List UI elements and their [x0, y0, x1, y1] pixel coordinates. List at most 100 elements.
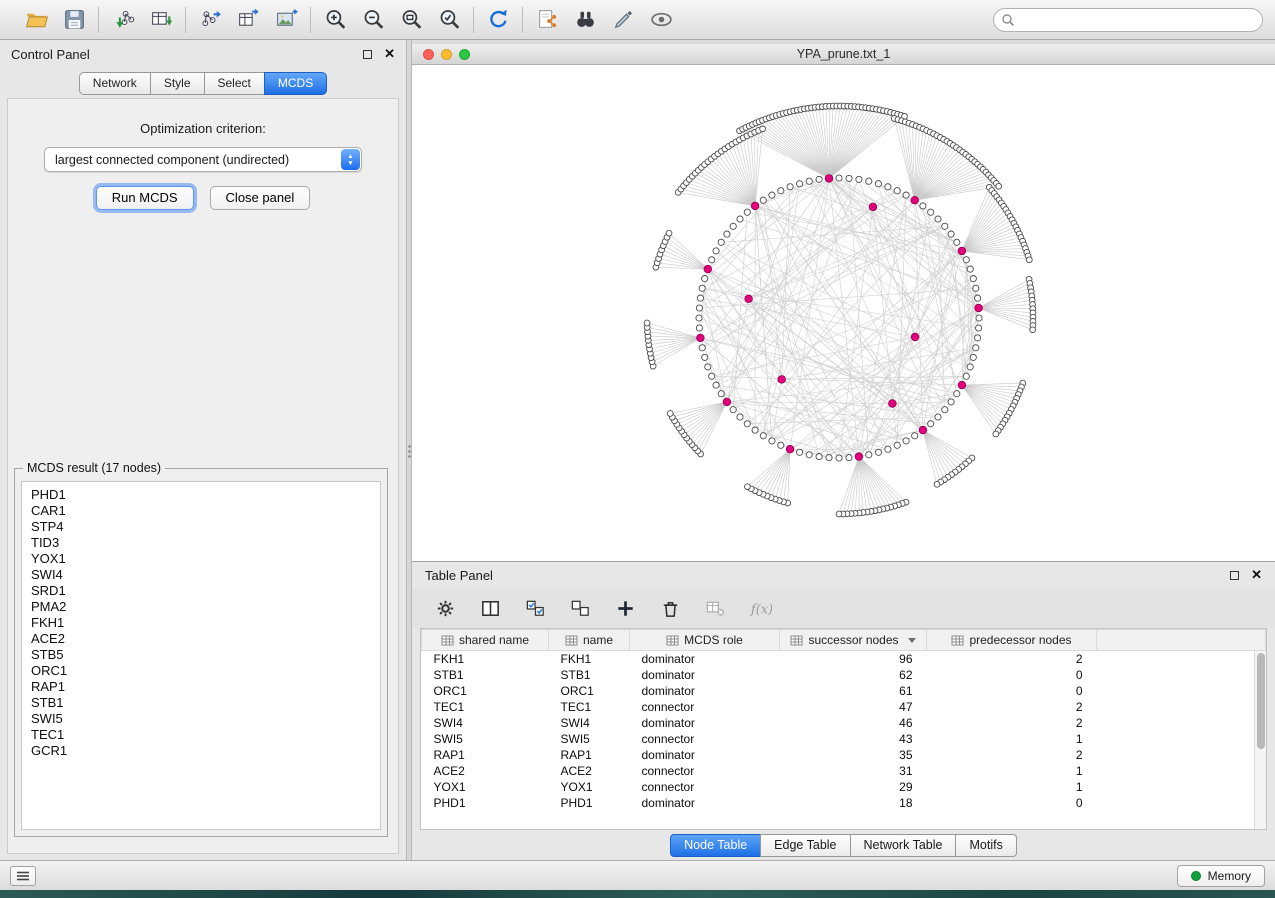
refresh-icon — [486, 7, 511, 32]
table-row[interactable]: RAP1RAP1dominator352 — [422, 747, 1266, 763]
float-panel-icon[interactable] — [363, 50, 372, 59]
mcds-result-item[interactable]: SWI5 — [31, 711, 371, 727]
toolbar-group — [12, 5, 98, 35]
table-scrollbar[interactable] — [1254, 651, 1266, 829]
mcds-result-item[interactable]: TEC1 — [31, 727, 371, 743]
zoom-selected-icon[interactable] — [434, 5, 464, 35]
mcds-result-item[interactable]: YOX1 — [31, 551, 371, 567]
import-table-icon[interactable] — [146, 5, 176, 35]
mcds-result-item[interactable]: ACE2 — [31, 631, 371, 647]
mcds-result-item[interactable]: SWI4 — [31, 567, 371, 583]
criterion-selected-value: largest connected component (undirected) — [55, 153, 289, 167]
export-network-icon — [198, 7, 223, 32]
mcds-result-item[interactable]: PHD1 — [31, 487, 371, 503]
tab-style[interactable]: Style — [150, 72, 205, 95]
share-document-icon[interactable] — [532, 5, 562, 35]
node-table[interactable]: shared namenameMCDS rolesuccessor nodesp… — [421, 629, 1266, 811]
delete-icon[interactable] — [655, 593, 685, 623]
table-row[interactable]: ACE2ACE2connector311 — [422, 763, 1266, 779]
close-panel-button[interactable]: Close panel — [210, 186, 311, 210]
memory-button-label: Memory — [1208, 869, 1251, 883]
window-maximize-icon[interactable] — [459, 49, 470, 60]
close-table-panel-icon[interactable]: ✕ — [1251, 570, 1262, 580]
eye-icon[interactable] — [646, 5, 676, 35]
open-folder-icon[interactable] — [21, 5, 51, 35]
delete-icon — [659, 597, 682, 620]
export-image-icon[interactable] — [271, 5, 301, 35]
find-icon[interactable] — [570, 5, 600, 35]
column-header-successor-nodes[interactable]: successor nodes — [780, 630, 927, 651]
export-network-icon[interactable] — [195, 5, 225, 35]
tab-network[interactable]: Network — [79, 72, 151, 95]
add-icon[interactable] — [610, 593, 640, 623]
memory-status-icon — [1191, 871, 1201, 881]
mcds-result-item[interactable]: CAR1 — [31, 503, 371, 519]
tab-edge-table[interactable]: Edge Table — [760, 834, 850, 857]
network-graph[interactable] — [412, 65, 1273, 561]
mcds-result-item[interactable]: SRD1 — [31, 583, 371, 599]
mcds-result-list[interactable]: PHD1CAR1STP4TID3YOX1SWI4SRD1PMA2FKH1ACE2… — [21, 481, 381, 830]
style-apply-icon[interactable] — [608, 5, 638, 35]
tab-motifs[interactable]: Motifs — [955, 834, 1016, 857]
zoom-fit-icon — [399, 7, 424, 32]
gear-icon[interactable] — [430, 593, 460, 623]
zoom-out-icon[interactable] — [358, 5, 388, 35]
mcds-result-item[interactable]: STB1 — [31, 695, 371, 711]
close-panel-icon[interactable]: ✕ — [384, 49, 395, 59]
tab-mcds[interactable]: MCDS — [264, 72, 327, 95]
refresh-icon[interactable] — [483, 5, 513, 35]
column-header-shared-name[interactable]: shared name — [422, 630, 549, 651]
table-row[interactable]: YOX1YOX1connector291 — [422, 779, 1266, 795]
scrollbar-thumb[interactable] — [1257, 653, 1265, 749]
mcds-result-item[interactable]: RAP1 — [31, 679, 371, 695]
table-row[interactable]: STB1STB1dominator620 — [422, 667, 1266, 683]
columns-icon — [479, 597, 502, 620]
eye-icon — [649, 7, 674, 32]
zoom-fit-icon[interactable] — [396, 5, 426, 35]
columns-icon[interactable] — [475, 593, 505, 623]
mcds-result-item[interactable]: STB5 — [31, 647, 371, 663]
mcds-result-item[interactable]: FKH1 — [31, 615, 371, 631]
status-menu-button[interactable] — [10, 866, 36, 886]
search-input[interactable] — [993, 8, 1263, 32]
delete-table-icon[interactable] — [700, 593, 730, 623]
tab-node-table[interactable]: Node Table — [670, 834, 761, 857]
column-header-predecessor-nodes[interactable]: predecessor nodes — [927, 630, 1097, 651]
column-header-name[interactable]: name — [549, 630, 630, 651]
gear-icon — [434, 597, 457, 620]
table-row[interactable]: FKH1FKH1dominator962 — [422, 651, 1266, 667]
float-table-panel-icon[interactable] — [1230, 571, 1239, 580]
mcds-result-item[interactable]: PMA2 — [31, 599, 371, 615]
table-row[interactable]: TEC1TEC1connector472 — [422, 699, 1266, 715]
save-icon[interactable] — [59, 5, 89, 35]
table-row[interactable]: PHD1PHD1dominator180 — [422, 795, 1266, 811]
network-canvas[interactable] — [412, 65, 1275, 561]
toolbar-group — [523, 5, 685, 35]
optimization-criterion-label: Optimization criterion: — [8, 121, 398, 136]
panel-splitter[interactable] — [406, 40, 412, 860]
table-row[interactable]: ORC1ORC1dominator610 — [422, 683, 1266, 699]
mcds-result-item[interactable]: ORC1 — [31, 663, 371, 679]
column-header-MCDS-role[interactable]: MCDS role — [630, 630, 780, 651]
window-close-icon[interactable] — [423, 49, 434, 60]
export-table-icon[interactable] — [233, 5, 263, 35]
import-network-icon[interactable] — [108, 5, 138, 35]
mcds-result-group: MCDS result (17 nodes) PHD1CAR1STP4TID3Y… — [14, 468, 388, 837]
function-icon[interactable]: f(x) — [745, 593, 775, 623]
run-mcds-button[interactable]: Run MCDS — [96, 186, 194, 210]
tab-network-table[interactable]: Network Table — [850, 834, 957, 857]
delete-table-icon — [704, 597, 727, 620]
zoom-in-icon[interactable] — [320, 5, 350, 35]
style-apply-icon — [611, 7, 636, 32]
deselect-all-icon[interactable] — [565, 593, 595, 623]
table-row[interactable]: SWI4SWI4dominator462 — [422, 715, 1266, 731]
window-minimize-icon[interactable] — [441, 49, 452, 60]
mcds-result-item[interactable]: STP4 — [31, 519, 371, 535]
criterion-dropdown[interactable]: largest connected component (undirected)… — [44, 147, 362, 172]
memory-button[interactable]: Memory — [1177, 865, 1265, 887]
mcds-result-item[interactable]: GCR1 — [31, 743, 371, 759]
select-all-icon[interactable] — [520, 593, 550, 623]
tab-select[interactable]: Select — [204, 72, 265, 95]
mcds-result-item[interactable]: TID3 — [31, 535, 371, 551]
table-row[interactable]: SWI5SWI5connector431 — [422, 731, 1266, 747]
